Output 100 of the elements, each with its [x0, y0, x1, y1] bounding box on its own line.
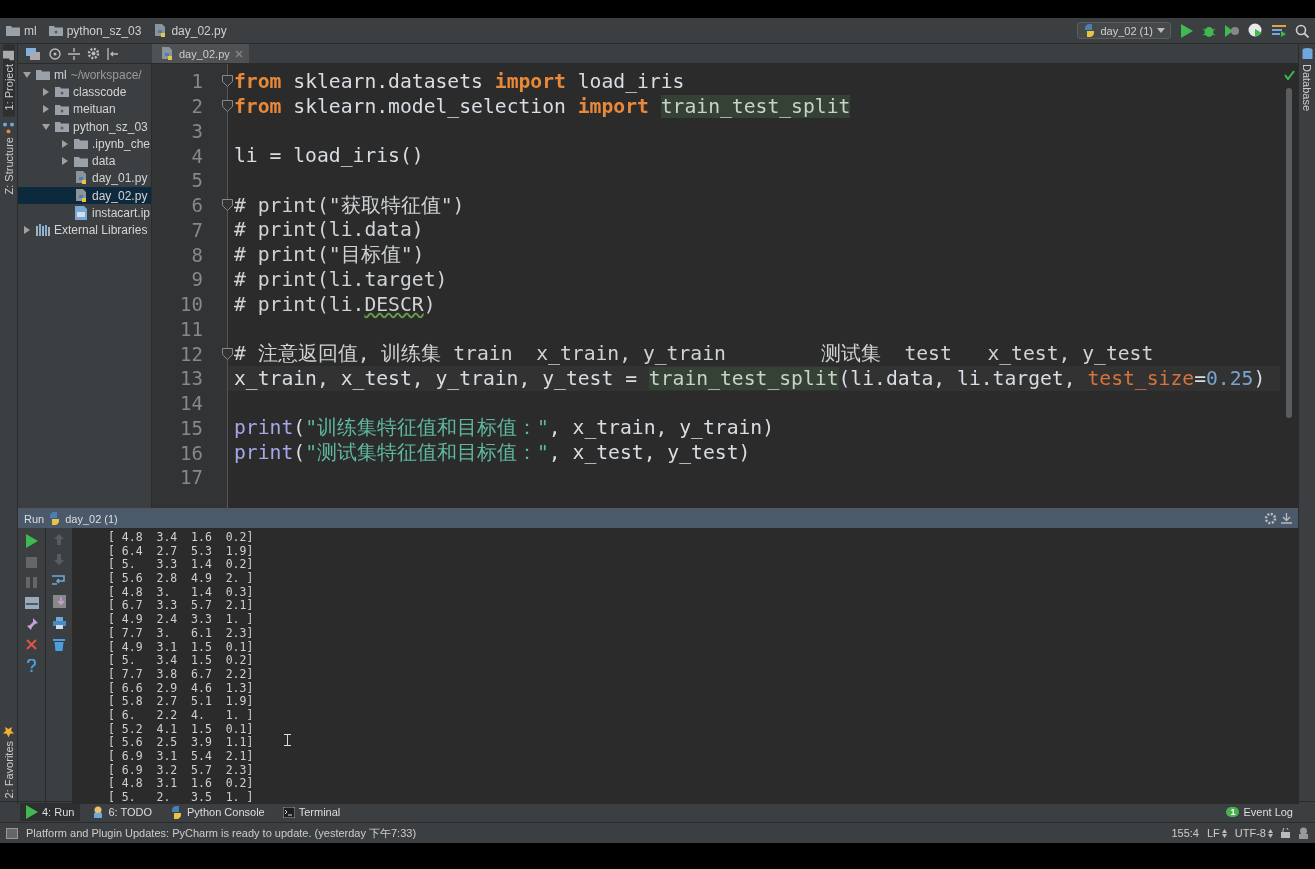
fold-marker-icon[interactable]: [222, 75, 233, 88]
tree-item[interactable]: instacart.ip: [18, 204, 151, 222]
console-output-line: [ 6. 2.2 4. 1. ]: [108, 708, 254, 723]
search-icon[interactable]: [1295, 23, 1309, 38]
encoding-selector[interactable]: UTF-8: [1234, 827, 1273, 839]
console-output-line: [ 5. 2. 3.5 1. ]: [108, 791, 254, 804]
fold-marker-icon[interactable]: [222, 100, 233, 113]
tree-item[interactable]: data: [18, 152, 151, 170]
locate-icon[interactable]: [49, 47, 61, 60]
console-output-line: [ 5.2 4.1 1.5 0.1]: [108, 722, 254, 736]
trash-icon[interactable]: [53, 638, 65, 651]
soft-wrap-icon[interactable]: [52, 574, 66, 586]
rerun-icon[interactable]: [25, 534, 38, 548]
project-view-icon[interactable]: [26, 47, 42, 60]
console-output-line: [ 5.6 2.5 3.9 1.1]: [108, 736, 254, 750]
tree-item-label: meituan: [73, 102, 116, 117]
run-config-dropdown[interactable]: day_02 (1): [1077, 22, 1171, 39]
tree-item[interactable]: day_02.py: [18, 187, 151, 205]
expand-arrow-icon[interactable]: [60, 156, 70, 167]
fold-marker-icon[interactable]: [222, 347, 233, 360]
line-number: 5: [191, 169, 203, 192]
line-number: 6: [191, 194, 203, 217]
line-number: 13: [180, 367, 203, 390]
panel-toggle-icon[interactable]: [6, 827, 18, 839]
breadcrumb[interactable]: day_02.py: [171, 23, 227, 38]
module-folder-icon: [55, 86, 69, 98]
print-icon[interactable]: [52, 617, 66, 629]
layout-icon[interactable]: [24, 597, 39, 609]
tasks-icon[interactable]: [1272, 24, 1286, 37]
tree-item-label: External Libraries: [54, 223, 148, 238]
tool-window-tab[interactable]: 2: Favorites: [2, 719, 15, 804]
cursor-position[interactable]: 155:4: [1171, 827, 1199, 839]
close-icon[interactable]: [26, 639, 37, 650]
line-number: 4: [191, 144, 203, 167]
tree-item[interactable]: External Libraries: [18, 221, 151, 239]
run-icon[interactable]: [1181, 23, 1193, 38]
editor-tab[interactable]: day_02.py: [152, 44, 249, 63]
fold-marker-icon[interactable]: [222, 199, 233, 212]
terminal-icon: [282, 806, 295, 818]
coverage-icon[interactable]: [1225, 23, 1239, 38]
folder-icon: [74, 155, 88, 167]
tree-item[interactable]: .ipynb_che: [18, 135, 151, 153]
scrollbar[interactable]: [1286, 88, 1292, 418]
console-output-line: [ 4.9 2.4 3.3 1. ]: [108, 613, 254, 627]
lock-icon[interactable]: [1281, 828, 1290, 838]
code-line: li = load_iris(): [233, 143, 425, 168]
settings-icon[interactable]: [87, 47, 100, 60]
python-file-icon: [74, 171, 88, 186]
line-number: 10: [180, 293, 203, 316]
code-line: print("训练集特征值和目标值：", x_train, y_train): [233, 415, 776, 441]
notification-badge: 1: [1226, 807, 1240, 817]
help-icon[interactable]: [27, 659, 36, 672]
code-line: # print("获取特征值"): [233, 192, 466, 218]
line-separator-selector[interactable]: LF: [1207, 827, 1227, 839]
tree-item-label: classcode: [73, 84, 127, 99]
hide-panel-icon[interactable]: [1281, 513, 1292, 524]
tool-window-tab[interactable]: 6: TODO: [86, 803, 159, 821]
breadcrumb[interactable]: python_sz_03: [66, 23, 142, 38]
expand-arrow-icon[interactable]: [41, 104, 51, 115]
scroll-to-end-icon[interactable]: [52, 595, 66, 608]
line-number: 8: [191, 243, 203, 266]
collapse-arrow-icon[interactable]: [41, 121, 51, 132]
code-line: # print(li.data): [233, 217, 425, 243]
module-folder-icon: [55, 103, 69, 115]
expand-arrow-icon[interactable]: [60, 138, 70, 149]
collapse-arrow-icon[interactable]: [22, 69, 32, 80]
console-output-line: [ 4.9 3.1 1.5 0.1]: [108, 640, 254, 654]
expand-arrow-icon[interactable]: [22, 225, 32, 236]
tool-window-tab[interactable]: 4: Run: [20, 803, 81, 821]
collapse-icon[interactable]: [68, 47, 80, 60]
tree-item[interactable]: ml ~/workspace/: [18, 66, 151, 84]
tool-window-tab[interactable]: Database: [1301, 44, 1313, 116]
expand-arrow-icon[interactable]: [41, 86, 51, 97]
settings-icon[interactable]: [1264, 512, 1277, 525]
console-output-line: [ 5. 3.4 1.5 0.2]: [108, 654, 254, 668]
tool-window-tab[interactable]: Python Console: [164, 803, 271, 821]
event-log-button[interactable]: 1 Event Log: [1220, 805, 1299, 819]
tree-item[interactable]: classcode: [18, 83, 151, 101]
line-number: 12: [180, 342, 203, 365]
run-config-name: day_02 (1): [65, 512, 118, 525]
hide-icon[interactable]: [107, 47, 119, 60]
line-number: 3: [191, 119, 203, 142]
console-output-line: [ 6.9 3.2 5.7 2.3]: [108, 763, 254, 777]
run-icon: [26, 805, 38, 819]
status-message: Platform and Plugin Updates: PyCharm is ready to update. (yesterday 下午7:33): [26, 825, 417, 841]
tree-item[interactable]: python_sz_03: [18, 117, 151, 136]
structure-icon: [3, 122, 14, 134]
breadcrumb[interactable]: ml: [24, 23, 37, 38]
code-line: # print(li.DESCR): [233, 291, 437, 317]
tool-window-tab[interactable]: Z: Structure: [2, 116, 15, 201]
profile-icon[interactable]: [1248, 23, 1263, 38]
code-line: # print(li.target): [233, 267, 449, 292]
tool-window-tab[interactable]: Terminal: [276, 803, 347, 821]
dropdown-caret-icon: [1157, 28, 1165, 33]
tree-item-label: ml: [54, 67, 67, 82]
line-number: 14: [180, 392, 203, 415]
close-icon[interactable]: [234, 49, 243, 58]
tree-item[interactable]: meituan: [18, 100, 151, 118]
tool-window-tab[interactable]: 1: Project: [2, 44, 15, 117]
tree-item[interactable]: day_01.py: [18, 169, 151, 188]
